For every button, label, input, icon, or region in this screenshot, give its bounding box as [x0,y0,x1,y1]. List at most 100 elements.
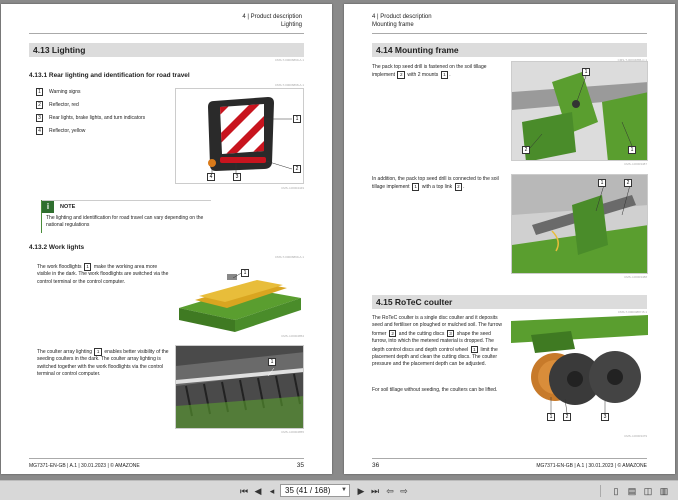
back-icon[interactable]: ⇦ [384,485,396,497]
callout-2: 2 [522,146,530,154]
legend-num: 4 [36,127,43,135]
chevron-down-icon[interactable]: ▼ [341,485,347,496]
legend-text: Reflector, yellow [49,127,86,134]
section-id: CMS-T-00004887-B.1 [617,310,647,314]
footer-divider [29,458,304,459]
single-page-icon[interactable]: ▯ [610,485,622,497]
footer-divider [372,458,647,459]
prev-page-icon[interactable]: ◀ [252,485,264,497]
last-page-icon[interactable]: ⏭ [369,485,381,497]
rotec-coulter-illustration [511,315,648,414]
text-span: . [463,184,465,191]
header-section: Lighting [280,22,302,28]
left-page: 4 | Product description Lighting 4.13 Li… [1,4,332,474]
callout-1: 1 [293,115,301,123]
work-floodlights-figure: 1 [175,260,304,334]
text-span: . [449,72,451,79]
top-link-illustration [512,175,647,273]
legend-text: Warning signs [49,88,81,95]
rear-lighting-figure: 1 2 3 4 [175,88,304,184]
callout-1: 1 [547,413,555,421]
footer-doc-info: MG7371-EN-GB | A.1 | 30.01.2023 | © AMAZ… [29,463,140,469]
mounting-figure-1: 1 2 1 [511,61,648,161]
page-number: 35 [296,462,304,469]
text-span: The work floodlights [37,264,82,270]
callout-1: 1 [582,68,590,76]
section-title-rotec-coulter: 4.15 RoTeC coulter [372,295,647,309]
page-number-input[interactable]: 35 (41 / 168) ▼ [280,484,350,497]
inline-ref: 1 [83,263,92,271]
figure-id: CMS-I-00003488 [624,275,647,279]
mounting-paragraph-1: The pack top seed drill is fastened on t… [372,64,506,80]
two-page-continuous-icon[interactable]: ▥ [658,485,670,497]
callout-2: 2 [624,179,632,187]
figure-id: CMS-I-00003479 [624,434,647,438]
text-span: with a top link [421,184,453,191]
section-title-mounting-frame: 4.14 Mounting frame [372,43,647,57]
inline-ref: 1 [411,183,420,191]
inline-ref: 2 [397,71,406,79]
legend-item: 3 Rear lights, brake lights, and turn ind… [36,114,145,122]
inline-ref: 2 [388,329,397,338]
header-chapter: 4 | Product description [372,14,432,20]
note-title: NOTE [60,203,76,210]
header-divider [29,33,304,34]
toolbar-separator [600,485,601,497]
section-id: CMS-T-00006899-A.1 [274,58,304,62]
inline-ref: 1 [94,348,102,356]
note-box: i NOTE The lighting and identification f… [41,200,211,233]
continuous-icon[interactable]: ▤ [626,485,638,497]
seed-drill-illustration [179,271,301,332]
subsection-title-rear-lighting: 4.13.1 Rear lighting and identification … [29,72,190,79]
forward-icon[interactable]: ⇨ [398,485,410,497]
work-floodlights-paragraph: The work floodlights 1 make the working … [37,263,171,286]
text-span: and the cutting discs [398,330,445,337]
coulter-lighting-paragraph: The coulter array lighting 1 enables bet… [37,348,171,379]
callout-1: 1 [241,269,249,277]
inline-ref: 3 [446,329,455,338]
subsection-id: CMS-T-00006899-A.1 [274,255,304,259]
callout-2: 2 [293,165,301,173]
callout-3: 3 [601,413,609,421]
callout-1: 1 [268,358,276,366]
info-icon: i [42,200,54,213]
text-span: with 2 mounts [407,72,439,79]
next-page-icon[interactable]: ▶ [355,485,367,497]
legend-num: 1 [36,88,43,96]
rotec-paragraph-1: The RoTeC coulter is a single disc coult… [372,315,506,369]
rotec-coulter-figure: 1 2 3 [511,315,648,433]
mounting-paragraph-2: In addition, the pack top seed drill is … [372,176,506,192]
subsection-id: CMS-T-00006898-A.1 [274,83,304,87]
header-divider [372,33,647,34]
mounting-figure-2: 1 2 [511,174,648,274]
figure-id: CMS-I-00003487 [624,162,647,166]
figure-id: CMS-I-00004449 [281,186,304,190]
text-span: The coulter array lighting [37,349,93,355]
legend-item: 1 Warning signs [36,88,81,96]
page-field-text: 35 (41 / 168) [285,486,331,495]
right-page: 4 | Product description Mounting frame 4… [344,4,675,474]
coulter-lighting-figure: 1 [175,345,304,429]
page-header: 4 | Product description Lighting [242,13,302,29]
legend-text: Rear lights, brake lights, and turn indi… [49,114,146,121]
inline-ref: 2 [454,183,463,191]
legend-num: 2 [36,101,43,109]
legend-item: 4 Reflector, yellow [36,127,85,135]
legend-num: 3 [36,114,43,122]
prev-section-icon[interactable]: ◂ [266,485,278,497]
figure-id: CMS-I-00004855 [281,430,304,434]
legend-item: 2 Reflector, red [36,101,79,109]
two-page-icon[interactable]: ◫ [642,485,654,497]
rear-light-illustration [208,97,293,175]
first-page-icon[interactable]: ⏮ [238,485,250,497]
footer-doc-info: MG7371-EN-GB | A.1 | 30.01.2023 | © AMAZ… [536,463,647,469]
inline-ref: 1 [440,71,449,79]
rotec-paragraph-2: For soil tillage without seeding, the co… [372,387,498,393]
callout-4: 4 [207,173,215,181]
callout-1b: 1 [628,146,636,154]
header-section: Mounting frame [372,22,414,28]
page-header: 4 | Product description Mounting frame [372,13,432,29]
callout-2: 2 [563,413,571,421]
inline-ref: 1 [470,345,479,354]
figure-id: CMS-I-00004854 [281,334,304,338]
